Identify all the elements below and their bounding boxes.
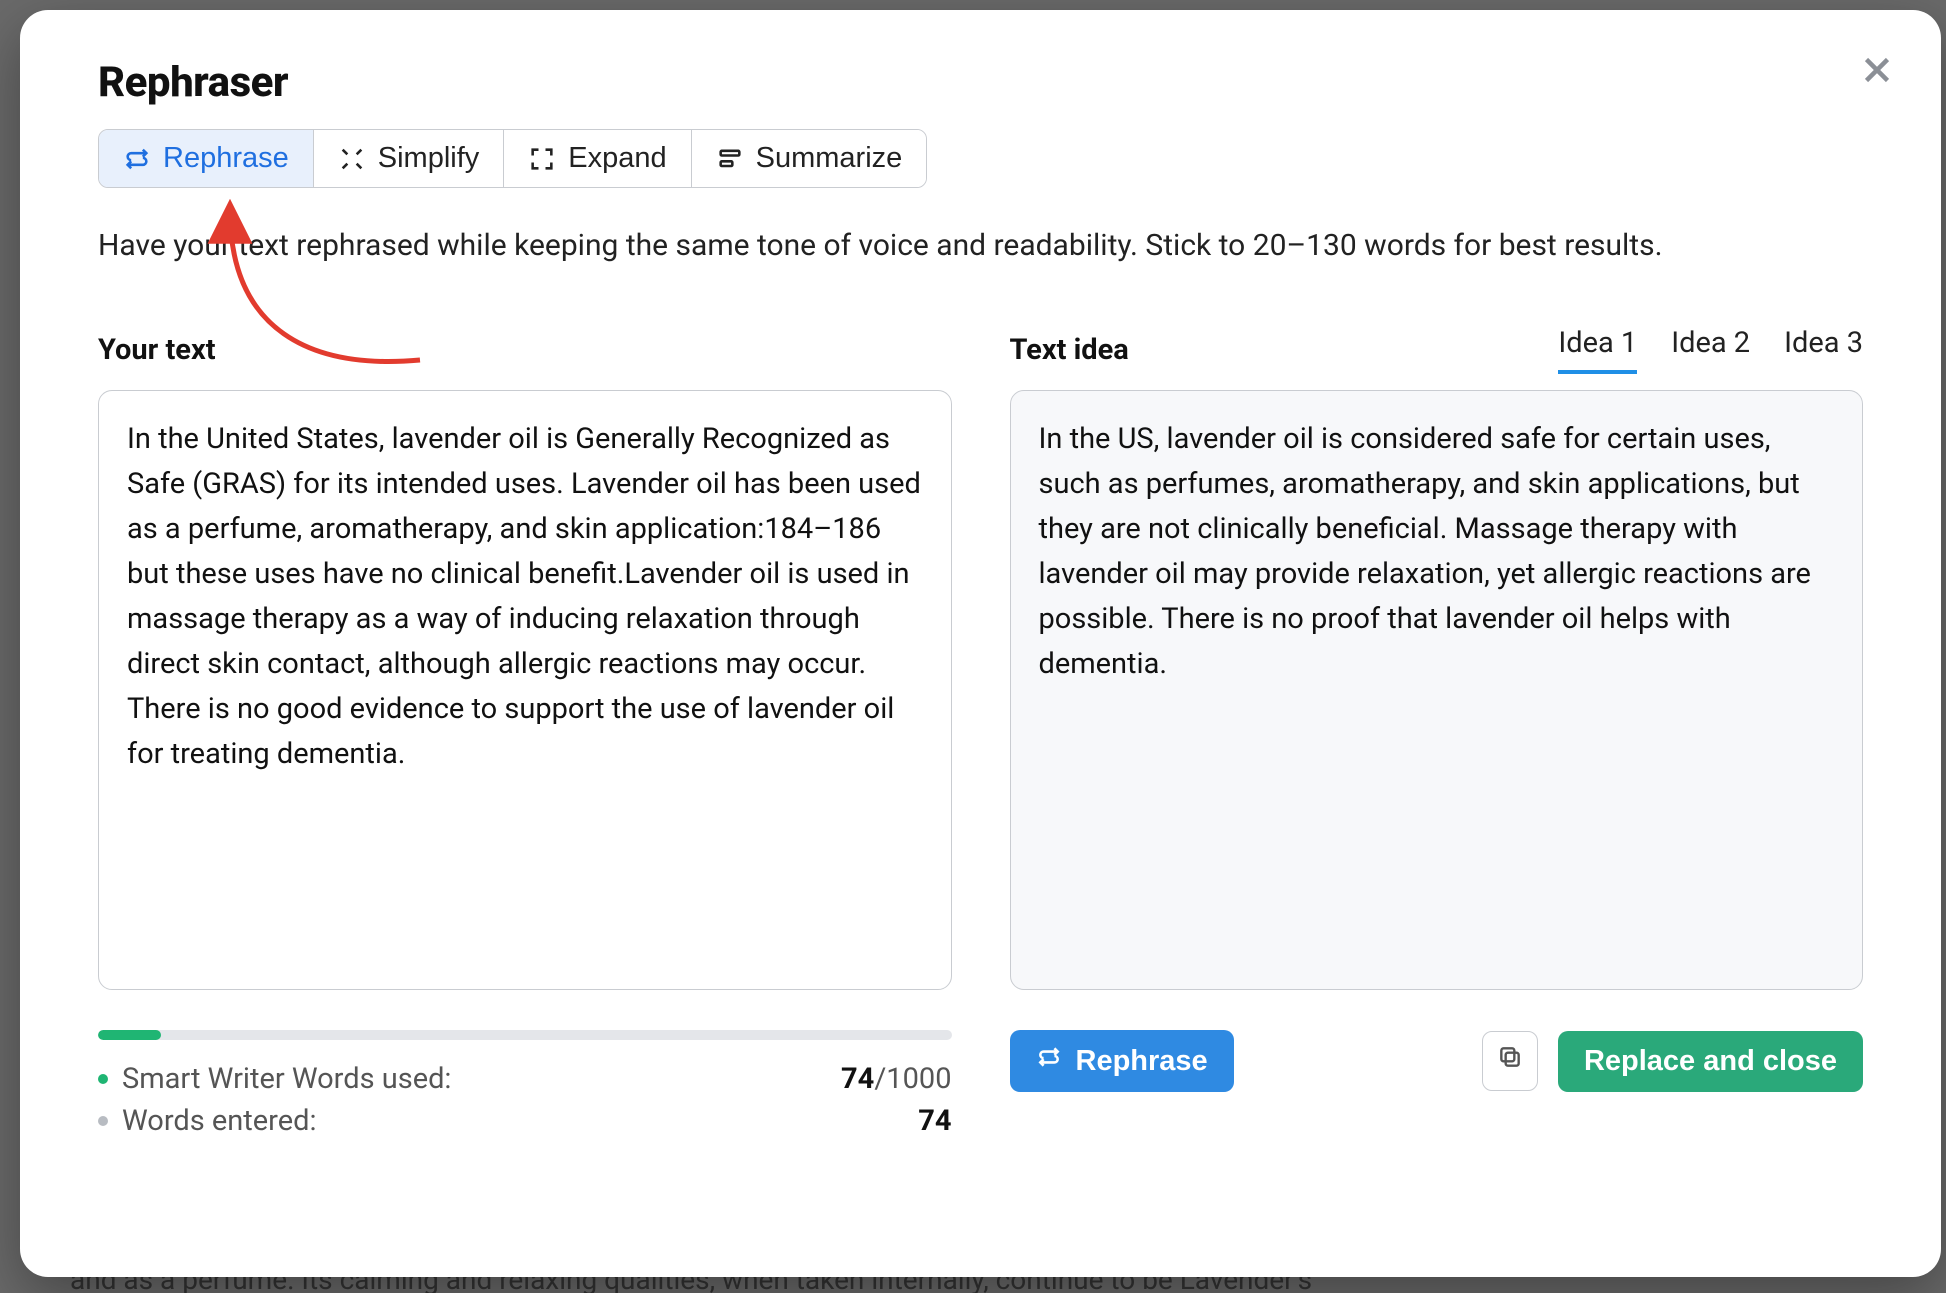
tab-summarize-label: Summarize — [756, 142, 903, 175]
expand-icon — [528, 145, 556, 173]
tab-summarize[interactable]: Summarize — [692, 130, 927, 187]
tab-rephrase[interactable]: Rephrase — [99, 130, 314, 187]
rephrase-icon — [123, 145, 151, 173]
text-idea-title: Text idea — [1010, 333, 1129, 367]
idea-tab-2[interactable]: Idea 2 — [1671, 326, 1750, 374]
mode-segmented-control: Rephrase Simplify Expand — [98, 129, 927, 188]
dot-words-entered-icon — [98, 1116, 108, 1126]
replace-and-close-button[interactable]: Replace and close — [1558, 1031, 1863, 1092]
mode-description: Have your text rephrased while keeping t… — [98, 222, 1778, 270]
rephraser-modal: Rephraser Rephrase Simplify — [20, 10, 1941, 1277]
rephrase-button[interactable]: Rephrase — [1010, 1030, 1234, 1092]
your-text-column: Your text In the United States, lavender… — [98, 328, 952, 1142]
copy-icon — [1497, 1044, 1523, 1078]
words-entered-value: 74 — [918, 1104, 951, 1138]
smart-writer-limit: /1000 — [874, 1062, 951, 1096]
tab-rephrase-label: Rephrase — [163, 142, 289, 175]
smart-writer-used: 74 — [841, 1062, 874, 1096]
smart-writer-label: Smart Writer Words used: — [122, 1062, 451, 1096]
idea-tab-1[interactable]: Idea 1 — [1558, 326, 1637, 374]
word-usage-progress — [98, 1030, 952, 1040]
rephrase-icon — [1036, 1044, 1062, 1078]
dot-smart-writer-icon — [98, 1074, 108, 1084]
rephrase-button-label: Rephrase — [1076, 1045, 1208, 1078]
your-text-input[interactable]: In the United States, lavender oil is Ge… — [98, 390, 952, 990]
simplify-icon — [338, 145, 366, 173]
close-button[interactable] — [1853, 48, 1901, 96]
tab-simplify-label: Simplify — [378, 142, 480, 175]
your-text-title: Your text — [98, 333, 216, 367]
modal-title: Rephraser — [98, 58, 1863, 107]
summarize-icon — [716, 145, 744, 173]
word-stats: Smart Writer Words used: 74/1000 Words e… — [98, 1058, 952, 1142]
words-entered-label: Words entered: — [122, 1104, 316, 1138]
word-usage-progress-fill — [98, 1030, 161, 1040]
idea-tabs: Idea 1 Idea 2 Idea 3 — [1558, 326, 1863, 374]
replace-and-close-label: Replace and close — [1584, 1045, 1837, 1078]
tab-expand[interactable]: Expand — [504, 130, 691, 187]
close-icon — [1859, 52, 1895, 92]
tab-simplify[interactable]: Simplify — [314, 130, 505, 187]
text-idea-column: Text idea Idea 1 Idea 2 Idea 3 In the US… — [1010, 328, 1864, 1142]
copy-button[interactable] — [1482, 1031, 1538, 1091]
idea-output: In the US, lavender oil is considered sa… — [1010, 390, 1864, 990]
idea-tab-3[interactable]: Idea 3 — [1784, 326, 1863, 374]
tab-expand-label: Expand — [568, 142, 666, 175]
